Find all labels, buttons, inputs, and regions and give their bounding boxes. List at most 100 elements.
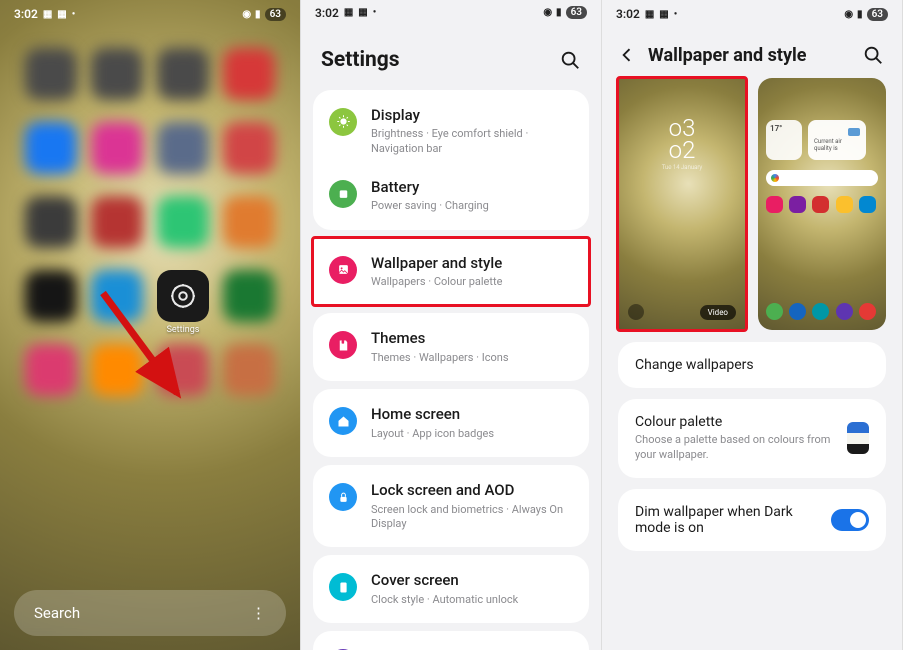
settings-row-wallpaper[interactable]: Wallpaper and styleWallpapers · Colour p… xyxy=(313,243,589,301)
status-notif-icon: ▦ xyxy=(358,7,367,18)
wallpaper-icon xyxy=(329,256,357,284)
settings-card: Home screenLayout · App icon badges xyxy=(313,389,589,457)
mini-app-icon xyxy=(812,196,829,213)
toggle-switch[interactable] xyxy=(831,509,869,531)
status-bar: 3:02 ▦ ▦ • ◉ ▮ 63 xyxy=(301,0,601,26)
status-clock: 3:02 xyxy=(315,6,339,20)
more-icon[interactable]: ⋮ xyxy=(251,604,266,622)
settings-card: Security and privacyAuto Blocker · Permi… xyxy=(313,631,589,650)
home-screen-preview[interactable]: 17° Current air quality is xyxy=(758,78,886,330)
blurred-app-icon[interactable] xyxy=(25,122,77,174)
blurred-app-icon[interactable] xyxy=(91,196,143,248)
search-icon[interactable] xyxy=(559,49,581,71)
row-title: Lock screen and AOD xyxy=(371,481,573,501)
blurred-app-icon[interactable] xyxy=(157,48,209,100)
settings-card: Cover screenClock style · Automatic unlo… xyxy=(313,555,589,623)
settings-row-themes[interactable]: ThemesThemes · Wallpapers · Icons xyxy=(313,318,589,376)
row-text: Lock screen and AODScreen lock and biome… xyxy=(371,481,573,531)
display-icon xyxy=(329,108,357,136)
settings-row-lock[interactable]: Lock screen and AODScreen lock and biome… xyxy=(313,470,589,542)
status-more-icon: • xyxy=(373,7,377,18)
status-more-icon: • xyxy=(72,9,76,20)
blurred-app-icon[interactable] xyxy=(91,48,143,100)
search-icon[interactable] xyxy=(862,44,884,66)
row-subtitle: Screen lock and biometrics · Always On D… xyxy=(371,503,573,532)
wallpaper-header: Wallpaper and style xyxy=(602,28,902,78)
row-title: Display xyxy=(371,106,573,126)
mini-app-icon xyxy=(789,196,806,213)
palette-color xyxy=(847,433,869,444)
dock-app-icon xyxy=(812,303,829,320)
air-quality-widget: Current air quality is xyxy=(808,120,866,160)
change-wallpapers-option[interactable]: Change wallpapers xyxy=(618,342,886,388)
option-title: Colour palette xyxy=(635,414,833,430)
annotation-arrow xyxy=(95,285,195,415)
blurred-app-icon[interactable] xyxy=(157,196,209,248)
row-subtitle: Wallpapers · Colour palette xyxy=(371,275,573,289)
row-text: Cover screenClock style · Automatic unlo… xyxy=(371,571,573,607)
row-text: Home screenLayout · App icon badges xyxy=(371,405,573,441)
blurred-app-icon[interactable] xyxy=(223,270,275,322)
colour-palette-option[interactable]: Colour palette Choose a palette based on… xyxy=(618,399,886,478)
dim-wallpaper-option[interactable]: Dim wallpaper when Dark mode is on xyxy=(618,489,886,551)
back-button[interactable] xyxy=(616,44,638,66)
row-text: DisplayBrightness · Eye comfort shield ·… xyxy=(371,106,573,156)
settings-row-cover[interactable]: Cover screenClock style · Automatic unlo… xyxy=(313,560,589,618)
row-subtitle: Brightness · Eye comfort shield · Naviga… xyxy=(371,127,573,156)
blurred-app-icon[interactable] xyxy=(223,122,275,174)
settings-list: DisplayBrightness · Eye comfort shield ·… xyxy=(301,90,601,650)
settings-card: DisplayBrightness · Eye comfort shield ·… xyxy=(313,90,589,230)
mini-app-icon xyxy=(836,196,853,213)
settings-card: Lock screen and AODScreen lock and biome… xyxy=(313,465,589,547)
blurred-app-icon[interactable] xyxy=(91,122,143,174)
dock-app-icon xyxy=(789,303,806,320)
settings-row-security[interactable]: Security and privacyAuto Blocker · Permi… xyxy=(313,636,589,650)
status-notif-icon: ▦ xyxy=(43,9,52,20)
row-text: BatteryPower saving · Charging xyxy=(371,178,573,214)
status-clock: 3:02 xyxy=(616,7,640,21)
blurred-app-icon[interactable] xyxy=(25,344,77,396)
row-title: Home screen xyxy=(371,405,573,425)
battery-level: 63 xyxy=(867,8,888,21)
lock-screen-preview[interactable]: o3 o2 Tue 14 January Video xyxy=(618,78,746,330)
palette-color xyxy=(847,444,869,455)
signal-icon: ▮ xyxy=(556,7,562,18)
status-clock: 3:02 xyxy=(14,7,38,21)
dock-app-icon xyxy=(836,303,853,320)
status-notif-icon: ▦ xyxy=(344,7,353,18)
phone-wallpaper-style: 3:02 ▦ ▦ • ◉ ▮ 63 Wallpaper and style xyxy=(602,0,903,650)
search-placeholder: Search xyxy=(34,604,80,622)
weather-widget: 17° xyxy=(766,120,802,160)
air-quality-text: Current air quality is xyxy=(814,138,860,152)
status-notif-icon: ▦ xyxy=(645,9,654,20)
home-search-bar[interactable]: Search ⋮ xyxy=(14,590,286,636)
blurred-app-icon[interactable] xyxy=(223,48,275,100)
settings-row-home[interactable]: Home screenLayout · App icon badges xyxy=(313,394,589,452)
blurred-app-icon[interactable] xyxy=(25,196,77,248)
status-notif-icon: ▦ xyxy=(659,9,668,20)
home-preview-icons-row xyxy=(766,196,878,213)
row-title: Wallpaper and style xyxy=(371,254,573,274)
blurred-app-icon[interactable] xyxy=(25,48,77,100)
weather-temp: 17° xyxy=(770,124,798,133)
cover-icon xyxy=(329,573,357,601)
blurred-app-icon[interactable] xyxy=(157,122,209,174)
row-subtitle: Power saving · Charging xyxy=(371,199,573,213)
option-subtitle: Choose a palette based on colours from y… xyxy=(635,433,833,463)
mini-app-icon xyxy=(766,196,783,213)
battery-icon xyxy=(329,180,357,208)
edit-icon[interactable] xyxy=(628,304,644,320)
dock-app-icon xyxy=(766,303,783,320)
settings-row-display[interactable]: DisplayBrightness · Eye comfort shield ·… xyxy=(313,95,589,167)
wallpaper-previews: o3 o2 Tue 14 January Video 17° Current a… xyxy=(602,78,902,342)
lock-icon xyxy=(329,483,357,511)
wifi-icon: ◉ xyxy=(242,9,251,20)
status-more-icon: • xyxy=(674,9,678,20)
blurred-app-icon[interactable] xyxy=(25,270,77,322)
wifi-icon: ◉ xyxy=(543,7,552,18)
blurred-app-icon[interactable] xyxy=(223,196,275,248)
blurred-app-icon[interactable] xyxy=(223,344,275,396)
lock-date: Tue 14 January xyxy=(618,165,746,170)
wifi-icon: ◉ xyxy=(844,9,853,20)
settings-row-battery[interactable]: BatteryPower saving · Charging xyxy=(313,167,589,225)
